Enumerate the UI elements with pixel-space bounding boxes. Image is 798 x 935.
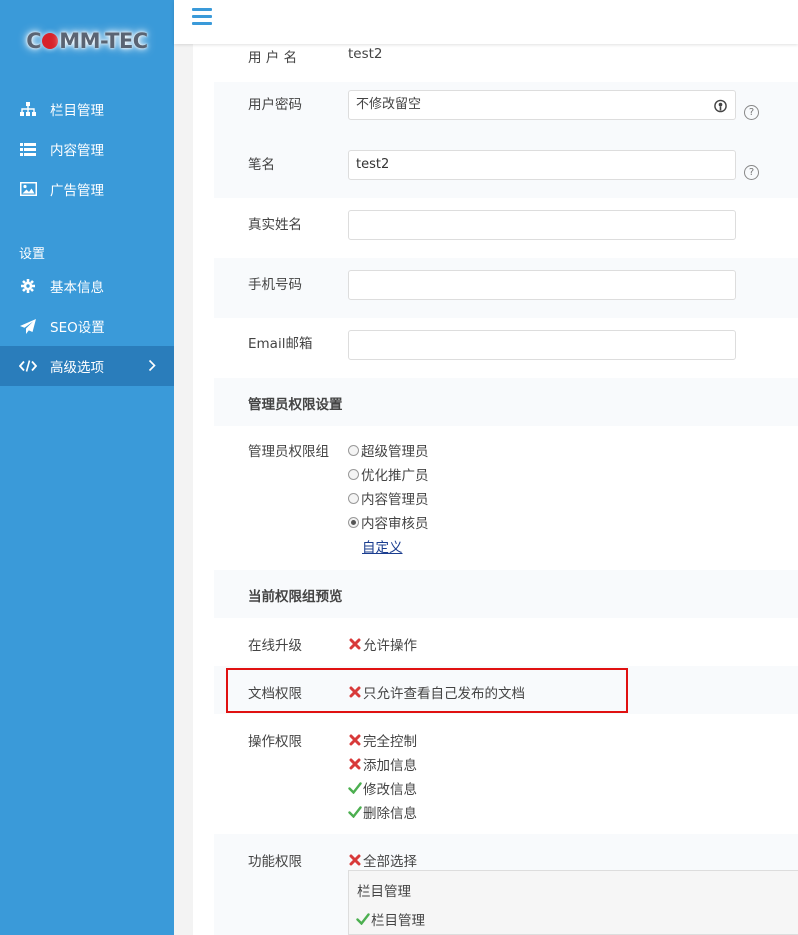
cross-icon [348,733,362,747]
logo-dot-icon [42,33,59,49]
form-row-password: 用户密码 不修改留空 ? [214,82,798,138]
username-value: test2 [348,46,383,62]
perm-item: 删除信息 [348,802,417,822]
radio-label: 内容管理员 [361,492,429,508]
sidebar-item-advanced[interactable]: 高级选项 [0,346,174,386]
form-row-email: Email邮箱 [214,318,798,378]
section-title: 管理员权限设置 [248,397,343,413]
section-permission-preview: 当前权限组预览 [214,570,798,618]
function-subgroup-box: 栏目管理 栏目管理 [348,870,798,935]
logo[interactable]: C MM-TEC [0,0,174,82]
form-row-admin-group: 管理员权限组 超级管理员 优化推广员 内容管理员 内容审核员 自定义 [214,426,798,570]
form-row-nickname: 笔名 test2 ? [214,138,798,198]
field-label: 用户密码 [248,97,302,113]
field-label: 真实姓名 [248,217,302,233]
content-panel: 用 户 名 test2 用户密码 不修改留空 ? 笔名 test2 ? 真实姓名… [193,44,798,935]
field-label: 功能权限 [248,854,302,870]
sidebar-item-label: 内容管理 [50,143,104,159]
phone-input[interactable] [348,270,736,300]
field-label: 用 户 名 [248,50,298,66]
nickname-input[interactable]: test2 [348,150,736,180]
perm-item-label: 修改信息 [363,782,417,798]
form-row-realname: 真实姓名 [214,198,798,258]
radio-selected-icon[interactable] [348,516,359,528]
sidebar-item-basic-info[interactable]: 基本信息 [0,266,174,306]
perm-item-label: 添加信息 [363,758,417,774]
field-label: 操作权限 [248,734,302,750]
sidebar: C MM-TEC 栏目管理 内容管理 广告管理 设置 基本信息 SEO设置 高级… [0,0,174,935]
field-label: 手机号码 [248,277,302,293]
radio-content-reviewer[interactable]: 内容审核员 [348,512,429,532]
email-input[interactable] [348,330,736,360]
perm-item: 完全控制 [348,730,417,750]
perm-item: 添加信息 [348,754,417,774]
paper-plane-icon [19,318,37,334]
radio-icon[interactable] [348,444,359,456]
sidebar-item-seo[interactable]: SEO设置 [0,306,174,346]
eye-toggle-icon[interactable] [714,97,727,125]
list-icon [19,141,37,157]
help-icon[interactable]: ? [744,165,759,180]
highlight-box [226,668,628,713]
sidebar-item-label: 基本信息 [50,280,104,296]
check-icon [348,805,362,819]
sidebar-item-label: 栏目管理 [50,103,104,119]
subgroup-title: 栏目管理 [357,884,411,900]
sitemap-icon [19,101,37,117]
radio-content-admin[interactable]: 内容管理员 [348,488,429,508]
custom-permissions-link[interactable]: 自定义 [362,536,403,556]
logo-text: C MM-TEC [26,29,148,53]
radio-label: 优化推广员 [361,468,429,484]
field-label: 笔名 [248,157,275,173]
radio-label: 超级管理员 [361,444,429,460]
form-row-username: 用 户 名 test2 [214,44,798,82]
gear-icon [19,278,37,294]
perm-item-label: 全部选择 [363,854,417,870]
menu-toggle-icon[interactable] [192,8,212,26]
radio-label: 内容审核员 [361,516,429,532]
perm-item-label: 删除信息 [363,806,417,822]
radio-icon[interactable] [348,492,359,504]
sidebar-section-title: 设置 [19,247,46,262]
section-title: 当前权限组预览 [248,589,343,605]
perm-item-label: 允许操作 [363,638,417,654]
radio-icon[interactable] [348,468,359,480]
perm-row-online-upgrade: 在线升级 允许操作 [214,618,798,666]
password-input[interactable]: 不修改留空 [348,90,736,120]
section-admin-permissions: 管理员权限设置 [214,378,798,426]
sidebar-item-label: 广告管理 [50,183,104,199]
perm-item: 修改信息 [348,778,417,798]
code-icon [19,358,37,374]
field-label: 在线升级 [248,638,302,654]
radio-seo-promoter[interactable]: 优化推广员 [348,464,429,484]
help-icon[interactable]: ? [744,105,759,120]
sidebar-item-column-management[interactable]: 栏目管理 [0,89,174,129]
perm-item: 全部选择 [348,850,417,870]
perm-item: 允许操作 [348,634,417,654]
field-label: Email邮箱 [248,336,313,352]
sidebar-item-label: 高级选项 [50,360,104,376]
cross-icon [348,637,362,651]
check-icon [348,781,362,795]
sidebar-item-content-management[interactable]: 内容管理 [0,129,174,169]
perm-row-operations: 操作权限 完全控制 添加信息 修改信息 删除信息 [214,714,798,834]
form-row-phone: 手机号码 [214,258,798,318]
sidebar-item-label: SEO设置 [50,320,105,336]
radio-super-admin[interactable]: 超级管理员 [348,440,429,460]
realname-input[interactable] [348,210,736,240]
field-label: 管理员权限组 [248,444,329,460]
password-placeholder: 不修改留空 [356,97,422,112]
chevron-right-icon [148,359,156,376]
top-bar [174,0,798,44]
perm-item: 栏目管理 [356,909,425,929]
cross-icon [348,853,362,867]
nickname-value: test2 [356,157,390,172]
image-icon [19,181,37,197]
sidebar-item-ad-management[interactable]: 广告管理 [0,169,174,209]
check-icon [356,912,370,926]
perm-item-label: 栏目管理 [371,913,425,929]
perm-item-label: 完全控制 [363,734,417,750]
cross-icon [348,757,362,771]
